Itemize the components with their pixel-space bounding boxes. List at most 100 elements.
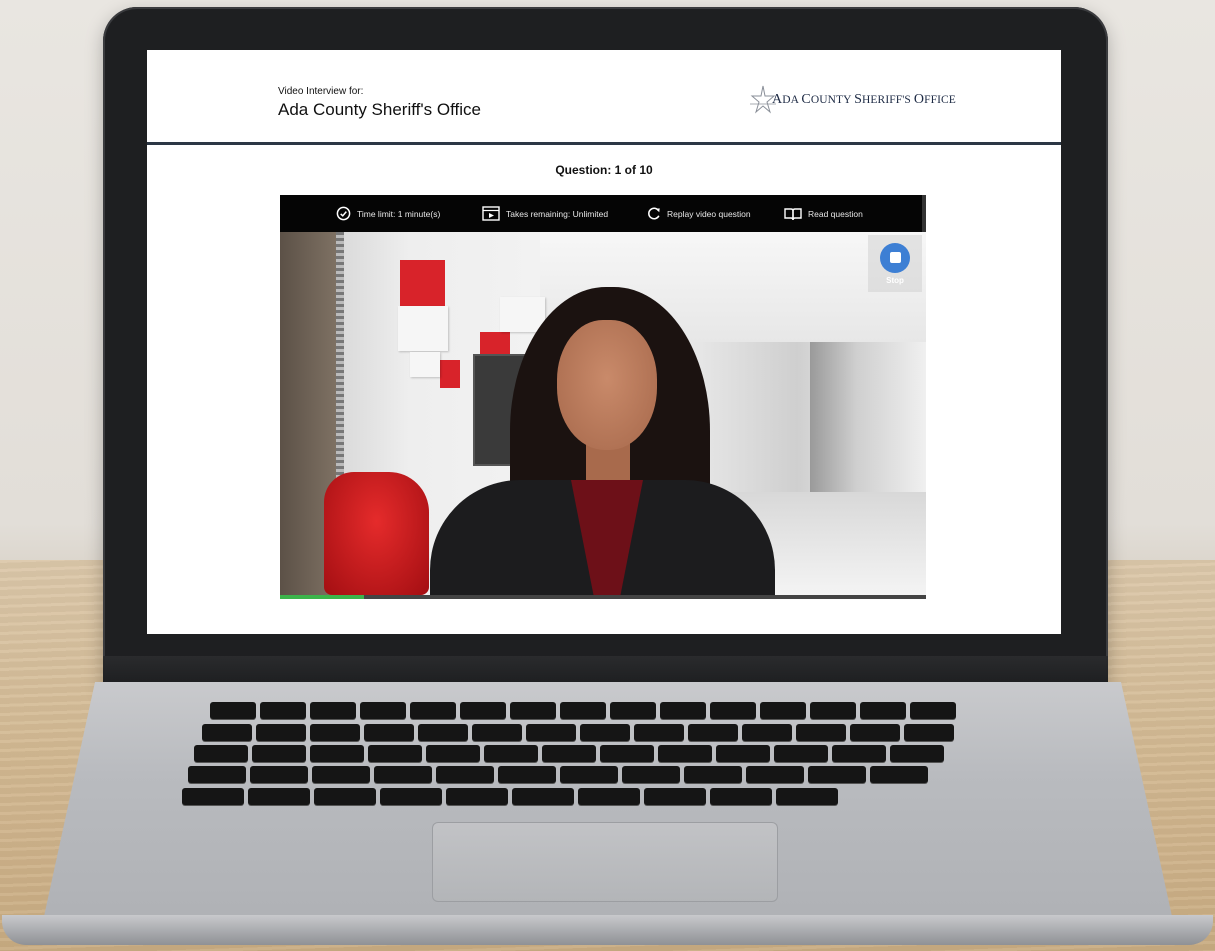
keyboard-key xyxy=(658,745,712,762)
scene-rail xyxy=(336,232,344,512)
keyboard-key xyxy=(360,702,406,719)
laptop-keyboard xyxy=(180,700,1040,808)
keyboard-key xyxy=(436,766,494,783)
replay-label: Replay video question xyxy=(667,208,751,219)
keyboard-key xyxy=(860,702,906,719)
read-question-label: Read question xyxy=(808,208,863,219)
keyboard-key xyxy=(410,702,456,719)
keyboard-key xyxy=(850,724,900,741)
read-question-button[interactable]: Read question xyxy=(784,195,863,232)
keyboard-key xyxy=(256,724,306,741)
keyboard-row xyxy=(182,788,838,805)
keyboard-key xyxy=(870,766,928,783)
keyboard-key xyxy=(426,745,480,762)
keyboard-row xyxy=(202,724,954,741)
keyboard-key xyxy=(498,766,556,783)
keyboard-key xyxy=(578,788,640,805)
keyboard-key xyxy=(710,788,772,805)
keyboard-key xyxy=(542,745,596,762)
scene-decor xyxy=(398,306,448,351)
keyboard-key xyxy=(484,745,538,762)
keyboard-key xyxy=(310,724,360,741)
keyboard-key xyxy=(210,702,256,719)
keyboard-key xyxy=(418,724,468,741)
keyboard-key xyxy=(374,766,432,783)
logo-wordmark: ADA COUNTY SHERIFF'S OFFICE xyxy=(772,92,956,107)
keyboard-key xyxy=(710,702,756,719)
interview-subtitle: Video Interview for: xyxy=(278,86,364,97)
keyboard-key xyxy=(252,745,306,762)
keyboard-key xyxy=(560,702,606,719)
keyboard-key xyxy=(312,766,370,783)
keyboard-key xyxy=(368,745,422,762)
keyboard-row xyxy=(210,702,956,719)
keyboard-key xyxy=(688,724,738,741)
video-toolbar: Time limit: 1 minute(s) Takes remaining:… xyxy=(280,195,922,232)
keyboard-key xyxy=(248,788,310,805)
sheriff-logo: ADA COUNTY SHERIFF'S OFFICE xyxy=(750,84,956,116)
keyboard-key xyxy=(250,766,308,783)
app-header: Video Interview for: Ada County Sheriff'… xyxy=(147,50,1061,145)
keyboard-key xyxy=(832,745,886,762)
keyboard-key xyxy=(202,724,252,741)
laptop-screen: Video Interview for: Ada County Sheriff'… xyxy=(147,50,1061,634)
keyboard-row xyxy=(194,745,944,762)
keyboard-key xyxy=(660,702,706,719)
keyboard-row xyxy=(188,766,928,783)
keyboard-key xyxy=(716,745,770,762)
video-progress-fill xyxy=(280,595,364,599)
keyboard-key xyxy=(310,745,364,762)
keyboard-key xyxy=(684,766,742,783)
replay-video-button[interactable]: Replay video question xyxy=(647,195,751,232)
keyboard-key xyxy=(194,745,248,762)
laptop-base-front xyxy=(2,915,1213,945)
keyboard-key xyxy=(560,766,618,783)
takes-remaining-indicator: Takes remaining: Unlimited xyxy=(482,195,608,232)
keyboard-key xyxy=(904,724,954,741)
question-counter: Question: 1 of 10 xyxy=(555,163,653,177)
keyboard-key xyxy=(188,766,246,783)
stop-button[interactable]: Stop xyxy=(868,235,922,292)
keyboard-key xyxy=(644,788,706,805)
keyboard-key xyxy=(580,724,630,741)
keyboard-key xyxy=(472,724,522,741)
replay-icon xyxy=(648,206,660,220)
keyboard-key xyxy=(512,788,574,805)
time-limit-indicator: Time limit: 1 minute(s) xyxy=(336,195,440,232)
keyboard-key xyxy=(310,702,356,719)
keyboard-key xyxy=(742,724,792,741)
keyboard-key xyxy=(774,745,828,762)
keyboard-key xyxy=(808,766,866,783)
keyboard-key xyxy=(260,702,306,719)
stop-icon xyxy=(880,242,910,273)
time-limit-label: Time limit: 1 minute(s) xyxy=(357,208,441,219)
keyboard-key xyxy=(314,788,376,805)
keyboard-key xyxy=(460,702,506,719)
keyboard-key xyxy=(796,724,846,741)
keyboard-key xyxy=(622,766,680,783)
interviewer-face xyxy=(557,320,657,450)
scene-chair xyxy=(324,472,429,595)
laptop-trackpad xyxy=(432,822,778,902)
keyboard-key xyxy=(776,788,838,805)
takes-icon xyxy=(482,206,500,221)
video-progress-bar xyxy=(280,595,926,599)
keyboard-key xyxy=(600,745,654,762)
keyboard-key xyxy=(746,766,804,783)
clock-icon xyxy=(336,206,351,221)
book-icon xyxy=(784,207,802,220)
takes-remaining-label: Takes remaining: Unlimited xyxy=(506,208,609,219)
keyboard-key xyxy=(610,702,656,719)
keyboard-key xyxy=(634,724,684,741)
keyboard-key xyxy=(380,788,442,805)
keyboard-key xyxy=(760,702,806,719)
keyboard-key xyxy=(890,745,944,762)
keyboard-key xyxy=(510,702,556,719)
scene-decor xyxy=(410,352,440,377)
keyboard-key xyxy=(526,724,576,741)
keyboard-key xyxy=(182,788,244,805)
interviewer-video xyxy=(280,232,926,599)
scene-decor xyxy=(440,360,460,388)
keyboard-key xyxy=(810,702,856,719)
organization-title: Ada County Sheriff's Office xyxy=(278,100,481,119)
